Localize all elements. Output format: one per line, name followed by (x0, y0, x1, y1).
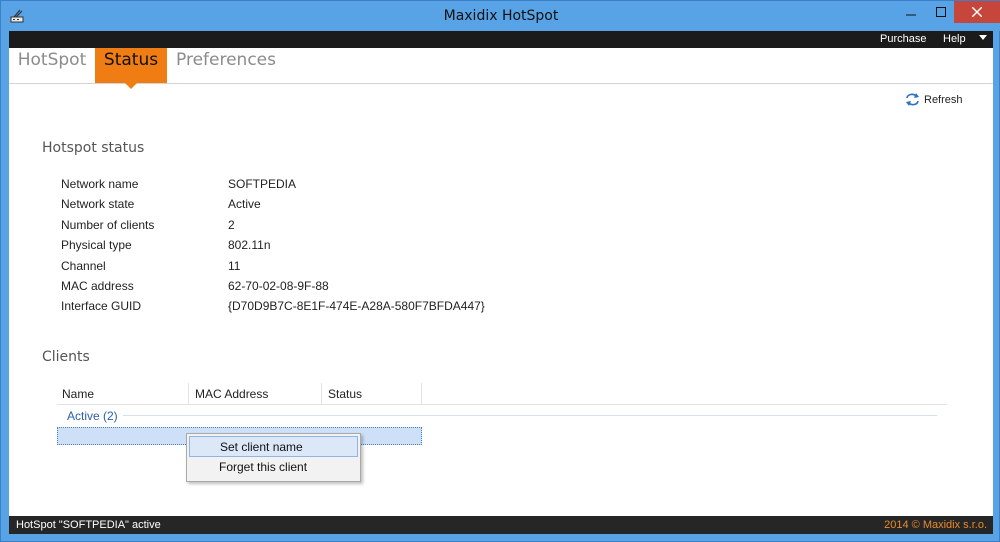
maximize-icon (935, 7, 946, 17)
close-icon (972, 7, 982, 17)
tab-status[interactable]: Status (95, 48, 167, 89)
prop-value: 2 (228, 218, 235, 232)
prop-label: Number of clients (61, 218, 155, 232)
prop-label: Interface GUID (61, 299, 142, 313)
copyright-text: 2014 © Maxidix s.r.o. (884, 519, 987, 531)
refresh-label: Refresh (924, 93, 963, 106)
group-header-active[interactable]: Active (2) (67, 409, 118, 423)
hotspot-status-heading: Hotspot status (42, 140, 145, 156)
tab-bar: HotSpot Status Preferences (9, 48, 993, 89)
tab-preferences[interactable]: Preferences (171, 48, 281, 83)
window-title: Maxidix HotSpot (443, 8, 559, 24)
refresh-icon (906, 93, 919, 106)
column-divider[interactable] (321, 383, 322, 405)
column-header-name[interactable]: Name (62, 387, 94, 401)
prop-value: 11 (228, 259, 241, 273)
prop-label: MAC address (61, 279, 134, 293)
prop-value: {D70D9B7C-8E1F-474E-A28A-580F7BFDA447} (228, 299, 485, 313)
status-text: HotSpot "SOFTPEDIA" active (16, 519, 161, 531)
column-divider[interactable] (188, 383, 189, 405)
column-header-status[interactable]: Status (328, 387, 362, 401)
table-header: Name MAC Address Status (57, 383, 947, 405)
tab-hotspot[interactable]: HotSpot (9, 48, 95, 83)
close-button[interactable] (954, 1, 1000, 23)
app-window: Maxidix HotSpot Purchase Help HotSpot St… (0, 0, 1000, 542)
refresh-button[interactable]: Refresh (905, 93, 963, 106)
menu-help[interactable]: Help (943, 33, 966, 45)
group-divider (123, 415, 937, 416)
prop-label: Network state (61, 197, 135, 211)
maximize-button[interactable] (927, 1, 954, 23)
column-header-mac[interactable]: MAC Address (195, 387, 268, 401)
clients-heading: Clients (42, 349, 90, 365)
minimize-icon (905, 14, 916, 16)
menu-bar: Purchase Help (9, 31, 993, 48)
prop-label: Channel (61, 259, 106, 273)
main-content: HotSpot Status Preferences Refresh Hotsp… (9, 48, 993, 516)
menu-item-forget-client[interactable]: Forget this client (189, 457, 358, 478)
menu-item-set-client-name[interactable]: Set client name (189, 436, 358, 457)
menu-purchase[interactable]: Purchase (880, 33, 926, 45)
title-bar[interactable]: Maxidix HotSpot (1, 1, 1000, 31)
prop-label: Physical type (61, 238, 132, 252)
prop-value: 802.11n (228, 238, 271, 252)
prop-label: Network name (61, 177, 139, 191)
column-divider[interactable] (421, 383, 422, 405)
prop-value: Active (228, 197, 261, 211)
status-bar: HotSpot "SOFTPEDIA" active 2014 © Maxidi… (9, 516, 993, 534)
minimize-button[interactable] (894, 1, 927, 23)
prop-value: SOFTPEDIA (228, 177, 297, 191)
chevron-down-icon[interactable] (979, 35, 987, 40)
context-menu: Set client name Forget this client (186, 433, 361, 482)
prop-value: 62-70-02-08-9F-88 (228, 279, 329, 293)
